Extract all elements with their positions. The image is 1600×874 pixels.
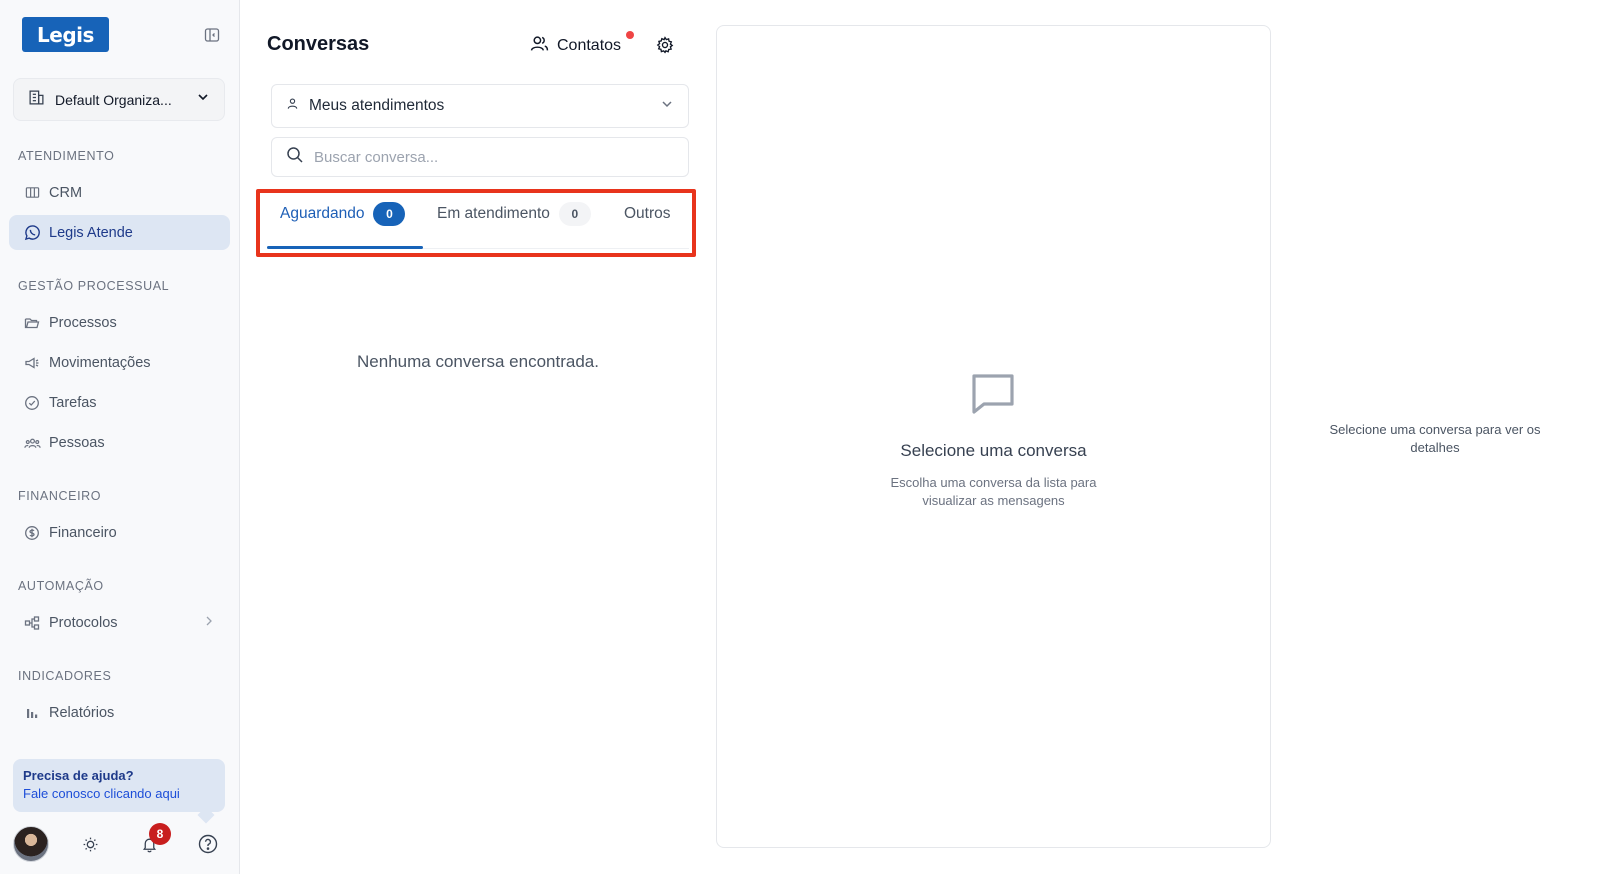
sidebar-item-label: CRM — [49, 184, 83, 201]
settings-gear-icon[interactable] — [656, 36, 676, 56]
contacts-label: Contatos — [557, 37, 622, 54]
sidebar-item-protocolos[interactable]: Protocolos — [9, 605, 230, 640]
notification-badge: 8 — [149, 823, 171, 845]
organization-select[interactable]: Default Organiza... — [13, 78, 225, 121]
user-avatar[interactable] — [13, 826, 49, 862]
sidebar-item-crm[interactable]: CRM — [9, 175, 230, 210]
chevron-down-icon — [196, 90, 210, 109]
sidebar-item-label: Movimentações — [49, 354, 151, 371]
organization-name: Default Organiza... — [55, 91, 172, 108]
tab-outros[interactable]: Outros — [624, 205, 671, 245]
sidebar-item-relatorios[interactable]: Relatórios — [9, 695, 230, 730]
contacts-notification-dot — [626, 31, 634, 39]
sidebar-item-processos[interactable]: Processos — [9, 305, 230, 340]
sidebar-item-label: Financeiro — [49, 524, 117, 541]
chevron-down-icon — [660, 97, 674, 116]
sidebar-item-label: Processos — [49, 314, 117, 331]
select-conversation-title: Selecione uma conversa — [900, 441, 1087, 460]
workflow-icon — [23, 614, 41, 632]
empty-conversations-text: Nenhuma conversa encontrada. — [357, 352, 599, 371]
help-circle-icon[interactable] — [198, 834, 218, 854]
dollar-circle-icon — [23, 524, 41, 542]
legis-logo: Legis — [22, 17, 109, 52]
sidebar-item-label: Protocolos — [49, 614, 118, 631]
sidebar-item-label: Legis Atende — [49, 224, 133, 241]
sidebar-item-label: Pessoas — [49, 434, 105, 451]
users-icon — [23, 434, 41, 452]
columns-icon — [23, 184, 41, 202]
sun-icon[interactable] — [80, 834, 100, 854]
tab-label: Outros — [624, 205, 671, 222]
sidebar-item-label: Tarefas — [49, 394, 97, 411]
tab-count-badge: 0 — [373, 202, 406, 226]
tab-count-badge: 0 — [558, 202, 591, 226]
search-field[interactable] — [271, 137, 689, 177]
bar-chart-icon — [23, 704, 41, 722]
users-icon — [530, 34, 549, 58]
whatsapp-icon — [23, 224, 41, 242]
message-panel — [716, 25, 1271, 848]
contacts-button[interactable]: Contatos — [530, 33, 621, 59]
search-input[interactable] — [314, 148, 674, 166]
sidebar-item-label: Relatórios — [49, 704, 115, 721]
sidebar: Legis Default Organiza... ATENDIMENTO CR… — [0, 0, 240, 874]
chevron-right-icon — [204, 615, 214, 631]
tab-em-atendimento[interactable]: Em atendimento 0 — [437, 202, 591, 245]
section-atendimento: ATENDIMENTO — [18, 149, 115, 163]
section-indicadores: INDICADORES — [18, 669, 112, 683]
details-hint-text: Selecione uma conversa para ver os detal… — [1329, 422, 1541, 455]
chat-bubble-icon — [968, 368, 1018, 418]
tab-aguardando[interactable]: Aguardando 0 — [280, 202, 406, 245]
search-icon — [286, 146, 304, 169]
help-box[interactable]: Precisa de ajuda? Fale conosco clicando … — [13, 759, 225, 812]
folder-icon — [23, 314, 41, 332]
building-icon — [28, 89, 45, 111]
sidebar-item-tarefas[interactable]: Tarefas — [9, 385, 230, 420]
attendance-filter-label: Meus atendimentos — [309, 97, 445, 114]
select-conversation-subtitle: Escolha uma conversa da lista para visua… — [890, 475, 1097, 508]
section-gestao-processual: GESTÃO PROCESSUAL — [18, 279, 170, 293]
tab-label: Em atendimento — [437, 205, 550, 222]
megaphone-icon — [23, 354, 41, 372]
section-financeiro: FINANCEIRO — [18, 489, 102, 503]
tab-label: Aguardando — [280, 205, 365, 222]
help-link[interactable]: Fale conosco clicando aqui — [23, 786, 215, 801]
sidebar-toggle-icon[interactable] — [203, 26, 221, 44]
section-automacao: AUTOMAÇÃO — [18, 579, 104, 593]
help-title: Precisa de ajuda? — [23, 768, 134, 783]
sidebar-item-pessoas[interactable]: Pessoas — [9, 425, 230, 460]
active-tab-indicator — [267, 246, 423, 249]
page-title: Conversas — [267, 33, 370, 55]
sidebar-item-financeiro[interactable]: Financeiro — [9, 515, 230, 550]
attendance-filter-select[interactable]: Meus atendimentos — [271, 84, 689, 128]
sidebar-item-legis-atende[interactable]: Legis Atende — [9, 215, 230, 250]
user-icon — [286, 97, 299, 115]
sidebar-item-movimentacoes[interactable]: Movimentações — [9, 345, 230, 380]
check-circle-icon — [23, 394, 41, 412]
